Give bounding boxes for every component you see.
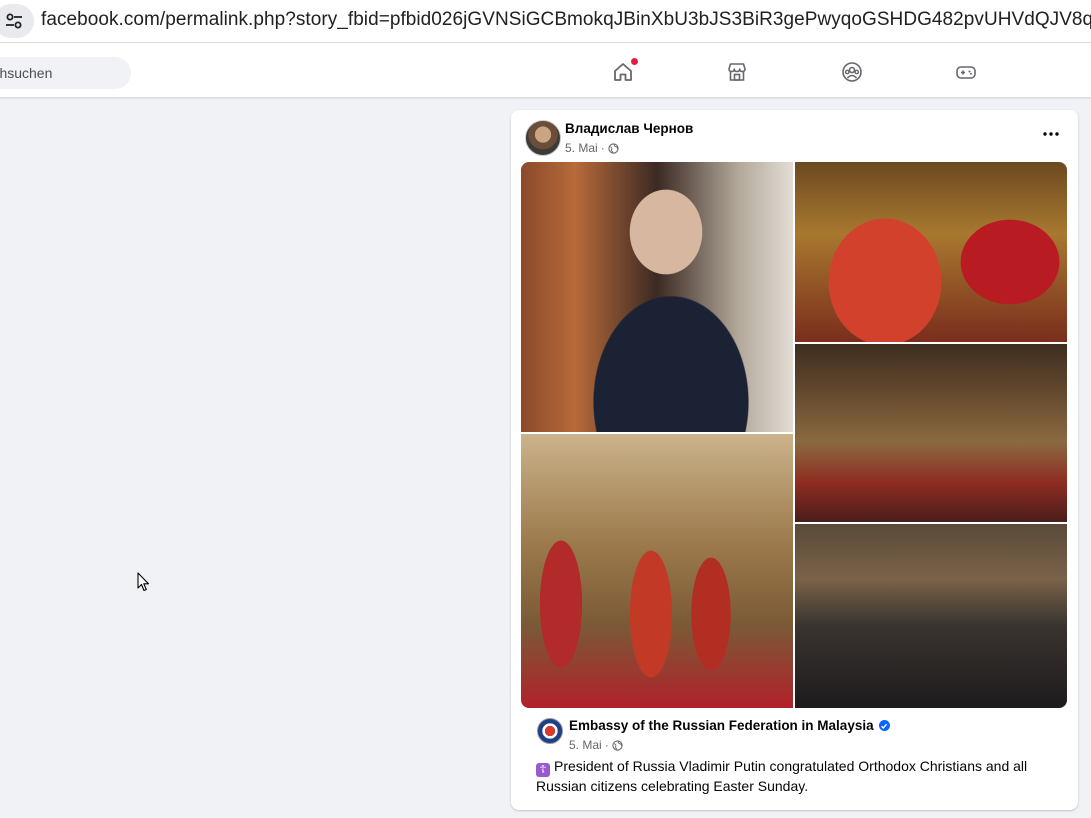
shared-meta: 5. Mai · (569, 738, 623, 752)
post-meta: 5. Mai · (565, 141, 619, 155)
nav-home[interactable] (610, 57, 639, 85)
author-avatar[interactable] (525, 120, 561, 156)
gaming-icon (956, 66, 976, 79)
tune-icon (6, 13, 22, 29)
facebook-header (0, 43, 1091, 97)
search-box[interactable] (0, 57, 131, 89)
globe-icon (612, 739, 623, 751)
notification-dot (630, 57, 639, 66)
browser-address-bar: facebook.com/permalink.php?story_fbid=pf… (0, 0, 1091, 43)
groups-icon (842, 62, 862, 82)
shared-page-name[interactable]: Embassy of the Russian Federation in Mal… (569, 718, 874, 733)
shared-date[interactable]: 5. Mai (569, 738, 602, 752)
search-input[interactable] (0, 64, 122, 82)
url-text[interactable]: facebook.com/permalink.php?story_fbid=pf… (41, 9, 1091, 31)
post-more-button[interactable] (1036, 122, 1066, 146)
shared-post-text: President of Russia Vladimir Putin congr… (536, 758, 1028, 794)
shared-meta-separator: · (604, 738, 609, 752)
post-photo-4[interactable] (521, 434, 793, 708)
globe-icon (608, 142, 619, 154)
nav-gaming[interactable] (953, 59, 979, 85)
post-card: Владислав Чернов 5. Mai · Embassy of the… (511, 110, 1078, 810)
site-info-button[interactable] (0, 4, 34, 38)
marketplace-icon (728, 63, 746, 81)
verified-badge-icon (878, 720, 890, 731)
nav-marketplace[interactable] (724, 59, 750, 85)
shared-page-name-row: Embassy of the Russian Federation in Mal… (569, 718, 890, 733)
more-icon (1043, 132, 1059, 136)
post-author-name[interactable]: Владислав Чернов (565, 121, 693, 136)
post-photo-3[interactable] (795, 344, 1067, 522)
orthodox-cross-icon: ☦ (536, 763, 550, 777)
photo-grid (521, 162, 1067, 708)
post-photo-1[interactable] (521, 162, 793, 432)
mouse-cursor-icon (137, 572, 150, 592)
post-photo-5[interactable] (795, 524, 1067, 708)
post-photo-2[interactable] (795, 162, 1067, 342)
nav-groups[interactable] (839, 59, 865, 85)
shared-post: Embassy of the Russian Federation in Mal… (521, 708, 1067, 818)
meta-separator: · (600, 141, 605, 155)
post-date[interactable]: 5. Mai (565, 141, 598, 155)
shared-post-text-block: ☦ President of Russia Vladimir Putin cong… (536, 757, 1046, 796)
embassy-avatar[interactable] (537, 718, 563, 744)
